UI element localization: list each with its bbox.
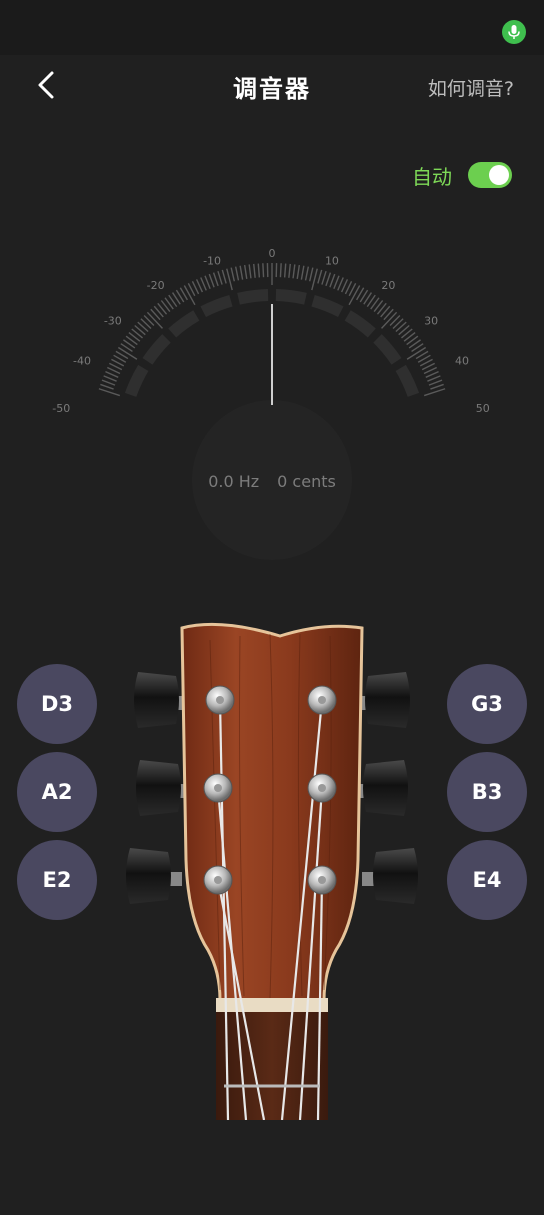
gauge-tick: [304, 266, 310, 281]
gauge-label: 50: [476, 402, 490, 415]
gauge-label: 40: [455, 354, 469, 367]
gauge-label: -20: [147, 279, 165, 292]
tuning-peg-right-3[interactable]: [362, 848, 418, 904]
gauge-tick: [292, 264, 296, 279]
gauge-tick: [300, 265, 305, 280]
auto-mode-row: 自动: [412, 160, 512, 190]
gauge-tick: [117, 346, 138, 360]
gauge-tick: [427, 375, 441, 382]
cents-value: 0 cents: [277, 472, 336, 491]
string-button-g3[interactable]: G3: [447, 664, 527, 744]
guitar-headstock: [126, 622, 418, 1120]
gauge-tick: [423, 388, 446, 397]
gauge-tick: [221, 269, 227, 284]
gauge-tick: [103, 375, 117, 382]
gauge-label: 10: [325, 254, 339, 267]
gauge-label: -30: [104, 315, 122, 328]
gauge-tick: [337, 277, 344, 291]
gauge-label: 30: [424, 315, 438, 328]
gauge-tick: [296, 264, 301, 280]
gauge-tick: [311, 268, 318, 291]
gauge-tick: [430, 383, 444, 390]
frequency-readout: 0.0 Hz 0 cents: [0, 472, 544, 491]
gauge-tick: [105, 371, 119, 378]
gauge-tick: [204, 275, 211, 290]
how-to-tune-link[interactable]: 如何调音?: [428, 74, 514, 101]
tuning-peg-left-1[interactable]: [134, 672, 184, 728]
gauge-tick: [406, 346, 427, 360]
microphone-active-icon: [502, 20, 526, 44]
gauge-tick: [325, 272, 332, 287]
auto-mode-toggle[interactable]: [468, 162, 512, 188]
guitar-nut: [216, 998, 328, 1012]
gauge-tick: [183, 285, 196, 306]
auto-mode-label: 自动: [412, 164, 452, 189]
tuning-peg-right-1[interactable]: [356, 672, 410, 728]
gauge-tick: [329, 273, 336, 288]
gauge-tick: [425, 371, 439, 378]
gauge-tick: [321, 271, 327, 285]
gauge-tick: [248, 264, 252, 279]
gauge-tick: [253, 263, 256, 278]
gauge-tick: [262, 263, 265, 278]
tuning-peg-left-3[interactable]: [126, 848, 182, 904]
gauge-tick: [208, 273, 215, 288]
tuning-gauge: -50 -40 -30 -20 -10 0 10 20 30 40 50: [52, 247, 490, 560]
gauge-segment: [373, 334, 402, 365]
gauge-label: 20: [381, 279, 395, 292]
gauge-label: -50: [52, 402, 70, 415]
gauge-tick: [200, 277, 207, 291]
gauge-segment: [311, 294, 344, 318]
string-button-a2[interactable]: A2: [17, 752, 97, 832]
gauge-segment: [344, 310, 376, 338]
gauge-segment: [275, 289, 307, 305]
gauge-tick: [257, 263, 261, 278]
gauge-tick: [98, 388, 121, 397]
gauge-tick: [288, 263, 291, 278]
gauge-label: 0: [269, 247, 276, 260]
gauge-tick: [333, 275, 340, 290]
gauge-tick: [239, 265, 244, 280]
gauge-label: -40: [73, 354, 91, 367]
navigation-bar: 调音器 如何调音?: [0, 55, 544, 117]
gauge-tick: [100, 383, 114, 390]
gauge-segment: [237, 289, 269, 305]
tuning-peg-right-2[interactable]: [354, 760, 408, 816]
string-button-d3[interactable]: D3: [17, 664, 97, 744]
gauge-tick: [279, 263, 282, 278]
gauge-tick: [234, 266, 240, 281]
headstock-wood: [180, 622, 364, 1002]
guitar-neck: [216, 1000, 328, 1120]
gauge-tick: [348, 285, 361, 306]
gauge-tick: [243, 264, 248, 280]
toggle-knob: [489, 165, 509, 185]
gauge-segment: [142, 334, 171, 365]
gauge-label: -10: [203, 254, 221, 267]
gauge-segment: [168, 310, 200, 338]
gauge-segment: [395, 364, 420, 398]
gauge-tick: [230, 267, 236, 282]
gauge-tick: [283, 263, 287, 278]
gauge-tick: [212, 272, 219, 287]
gauge-segment: [200, 294, 233, 318]
tuning-peg-left-2[interactable]: [136, 760, 188, 816]
status-bar: [0, 0, 544, 55]
gauge-tick: [217, 271, 223, 285]
gauge-segment: [124, 364, 149, 398]
gauge-tick: [308, 267, 314, 282]
string-button-e4[interactable]: E4: [447, 840, 527, 920]
gauge-tick: [101, 379, 116, 386]
gauge-tick: [226, 268, 233, 291]
gauge-tick: [428, 379, 443, 386]
frequency-value: 0.0 Hz: [208, 472, 260, 491]
string-button-e2[interactable]: E2: [17, 840, 97, 920]
gauge-tick: [317, 269, 323, 284]
string-button-b3[interactable]: B3: [447, 752, 527, 832]
